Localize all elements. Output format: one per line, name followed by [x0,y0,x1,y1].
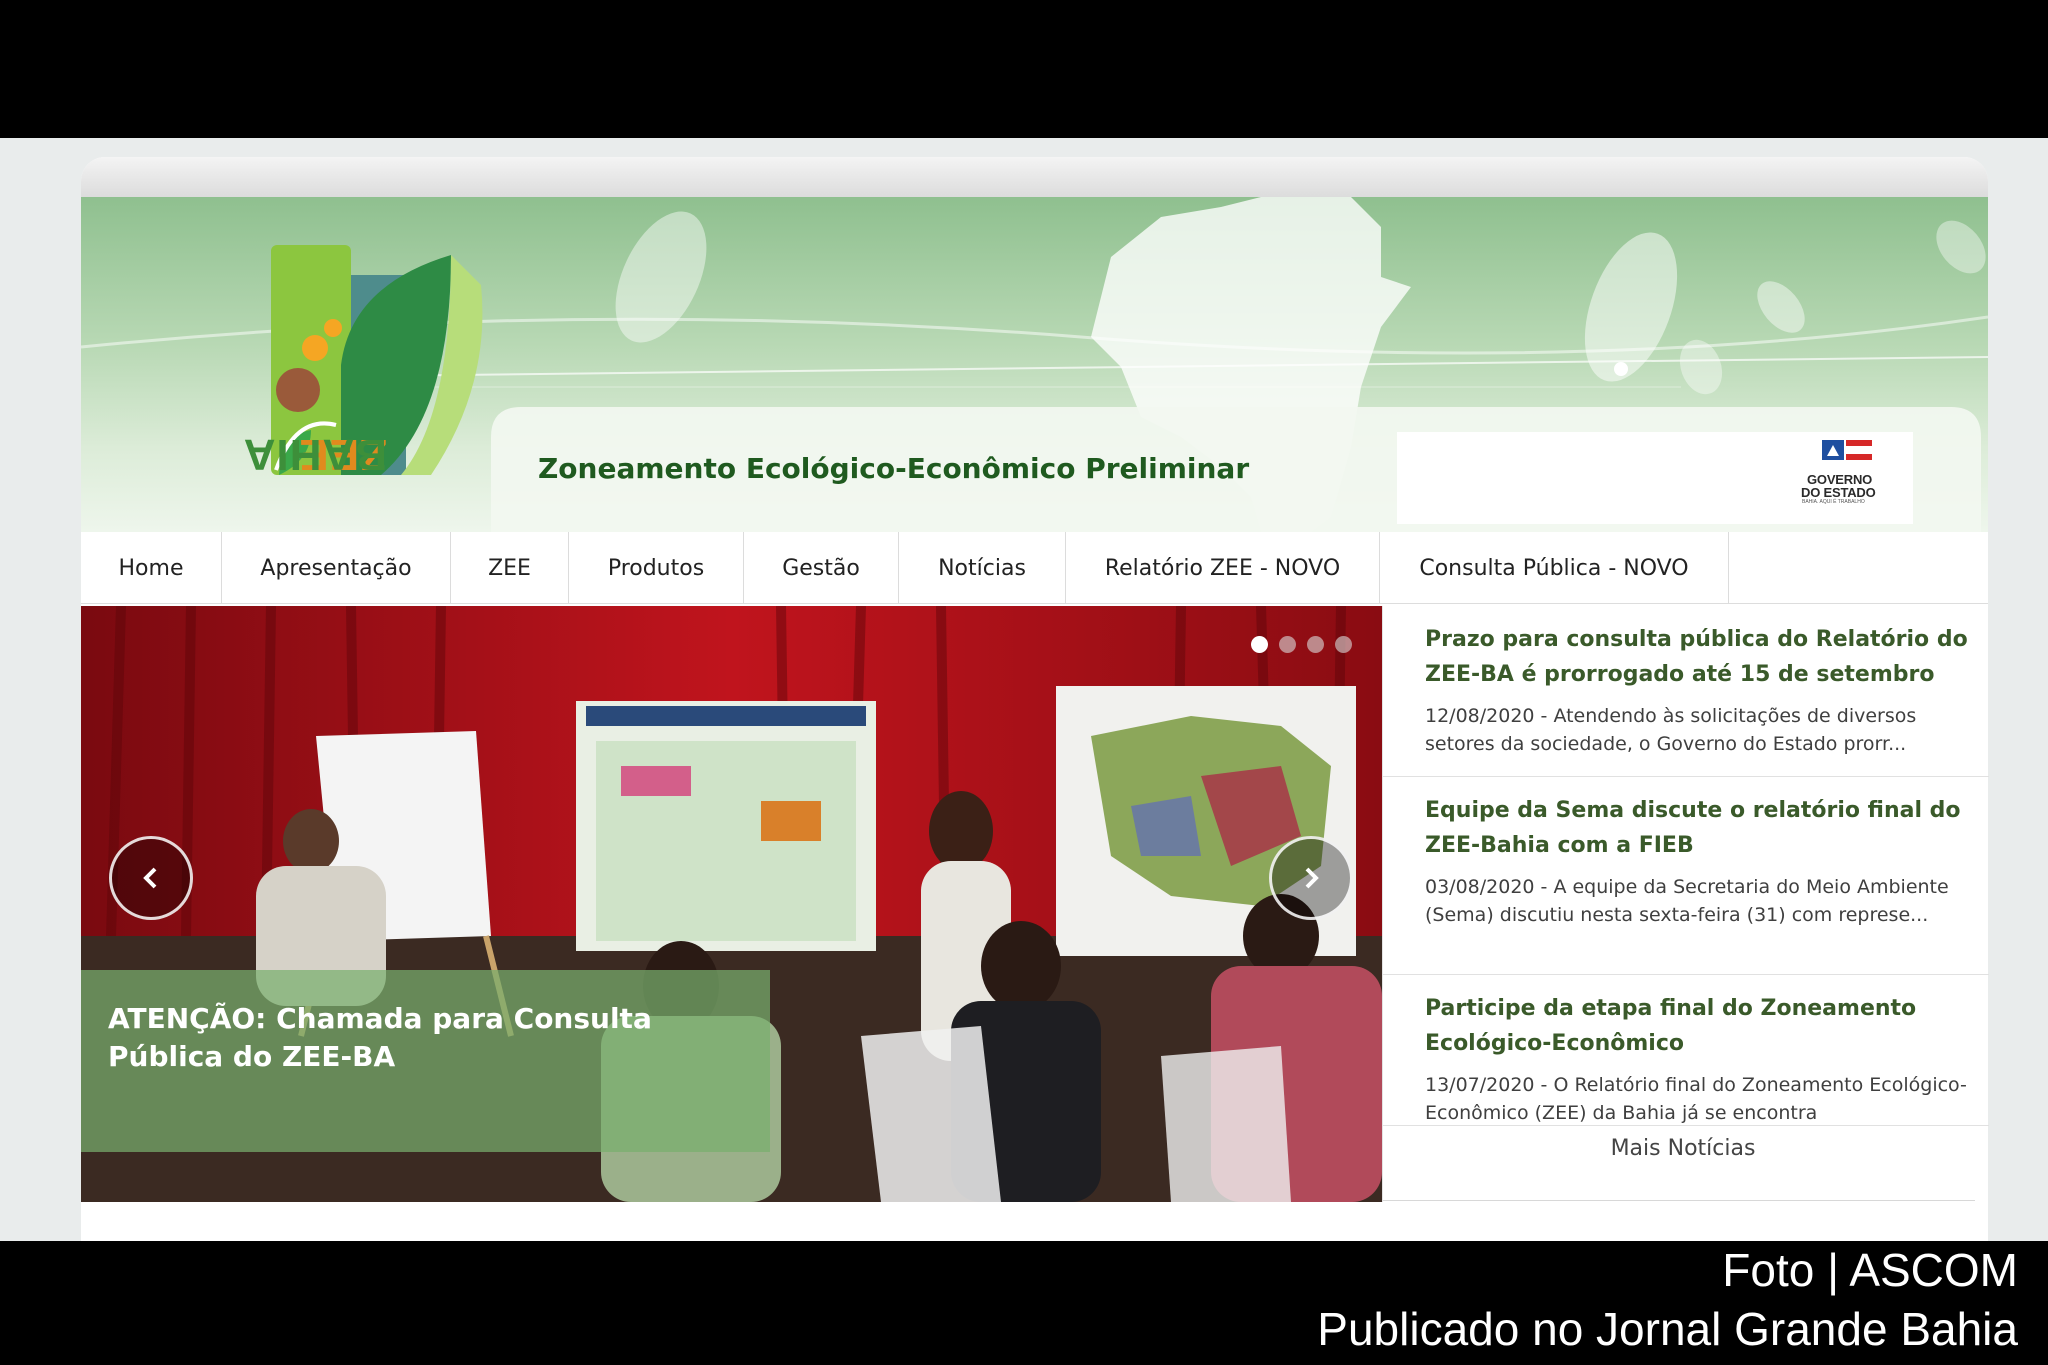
slide-caption[interactable]: ATENÇÃO: Chamada para Consulta Pública d… [81,970,770,1152]
government-logo-line2: DO ESTADO [1801,485,1876,500]
chevron-left-icon [143,867,157,889]
main-navigation: Home Apresentação ZEE Produtos Gestão No… [81,532,1988,604]
slider-prev-button[interactable] [109,836,193,920]
government-logo-tagline: BAHIA. AQUI É TRABALHO [1802,499,1865,505]
chevron-right-icon [1305,867,1319,889]
news-title[interactable]: Participe da etapa final do Zoneamento E… [1425,991,1985,1061]
news-item[interactable]: Equipe da Sema discute o relatório final… [1383,777,1989,975]
logo-bahia-text: BAHIA [242,430,387,479]
news-item[interactable]: Prazo para consulta pública do Relatório… [1383,606,1989,777]
slide-caption-text[interactable]: ATENÇÃO: Chamada para Consulta Pública d… [108,1000,748,1076]
nav-produtos[interactable]: Produtos [569,532,744,604]
publication-credit: Publicado no Jornal Grande Bahia [1317,1303,2018,1355]
nav-zee[interactable]: ZEE [451,532,569,604]
more-news-link[interactable]: Mais Notícias [1383,1136,1983,1161]
logo-text: ZEE BAHIA [181,285,387,485]
nav-consulta-publica[interactable]: Consulta Pública - NOVO [1380,532,1729,604]
nav-noticias[interactable]: Notícias [899,532,1066,604]
frame-top-bar [81,157,1988,197]
nav-gestao[interactable]: Gestão [744,532,899,604]
image-slider[interactable]: ATENÇÃO: Chamada para Consulta Pública d… [81,606,1382,1202]
slider-dot-4[interactable] [1335,636,1352,653]
news-title[interactable]: Prazo para consulta pública do Relatório… [1425,622,1985,692]
page-title: Zoneamento Ecológico-Econômico Prelimina… [538,452,1250,485]
nav-home[interactable]: Home [81,532,222,604]
news-sidebar: Prazo para consulta pública do Relatório… [1382,606,1989,1202]
news-excerpt: 03/08/2020 - A equipe da Secretaria do M… [1425,876,1949,926]
news-item[interactable]: Participe da etapa final do Zoneamento E… [1383,975,1989,1126]
slider-dot-1[interactable] [1251,636,1268,653]
nav-relatorio-zee[interactable]: Relatório ZEE - NOVO [1066,532,1380,604]
slider-pagination [1251,636,1352,653]
slider-dot-3[interactable] [1307,636,1324,653]
divider [1383,1200,1975,1201]
news-title[interactable]: Equipe da Sema discute o relatório final… [1425,793,1985,863]
slider-dot-2[interactable] [1279,636,1296,653]
slider-next-button[interactable] [1269,836,1353,920]
photo-credit: Foto | ASCOM [1722,1244,2018,1296]
news-excerpt: 12/08/2020 - Atendendo às solicitações d… [1425,705,1917,755]
news-excerpt: 13/07/2020 - O Relatório final do Zoneam… [1425,1074,1967,1124]
nav-apresentacao[interactable]: Apresentação [222,532,451,604]
top-letterbox [0,0,2048,138]
